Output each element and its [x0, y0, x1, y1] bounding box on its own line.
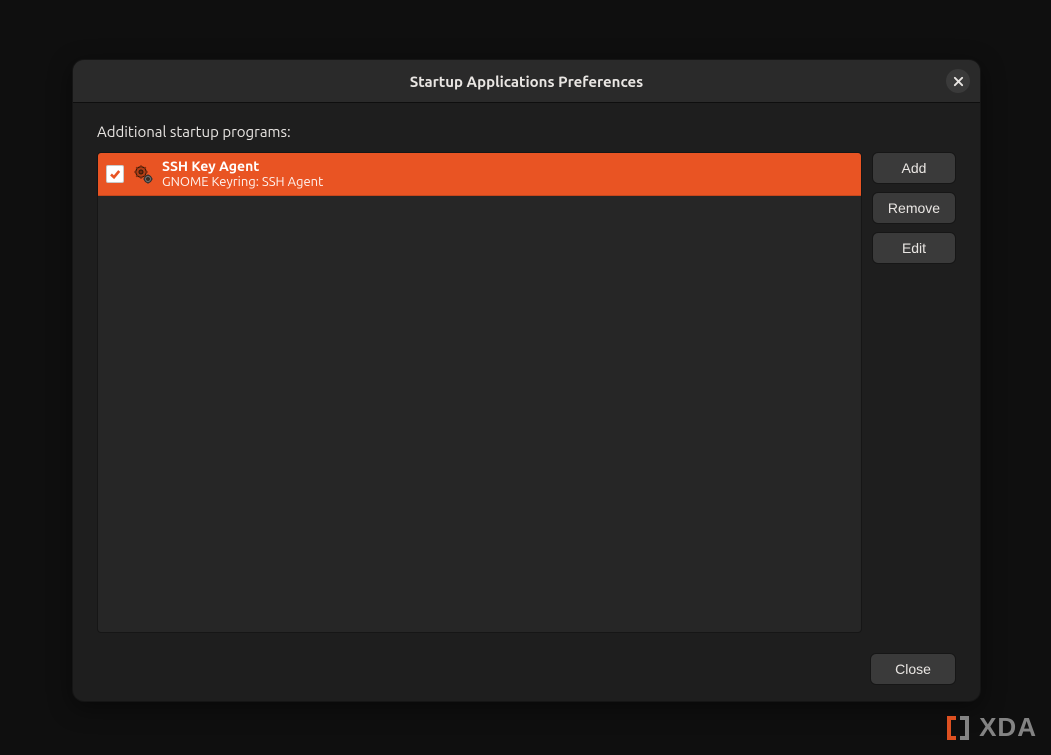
close-icon: [953, 76, 964, 87]
window-close-button[interactable]: [946, 69, 970, 93]
check-icon: [109, 168, 121, 180]
edit-button[interactable]: Edit: [872, 232, 956, 264]
remove-button[interactable]: Remove: [872, 192, 956, 224]
list-item[interactable]: SSH Key Agent GNOME Keyring: SSH Agent: [98, 153, 861, 196]
xda-brackets-icon: [943, 713, 973, 743]
titlebar: Startup Applications Preferences: [73, 60, 980, 103]
list-label: Additional startup programs:: [97, 123, 956, 140]
footer: Close: [97, 641, 956, 685]
window-content: Additional startup programs:: [73, 103, 980, 701]
list-item-subtitle: GNOME Keyring: SSH Agent: [162, 175, 323, 190]
startup-apps-window: Startup Applications Preferences Additio…: [72, 59, 981, 702]
enable-checkbox[interactable]: [106, 165, 124, 183]
body-row: SSH Key Agent GNOME Keyring: SSH Agent A…: [97, 152, 956, 633]
add-button[interactable]: Add: [872, 152, 956, 184]
list-item-text: SSH Key Agent GNOME Keyring: SSH Agent: [162, 158, 323, 189]
watermark-text: XDA: [979, 712, 1037, 743]
gears-icon: [132, 163, 154, 185]
startup-programs-list[interactable]: SSH Key Agent GNOME Keyring: SSH Agent: [97, 152, 862, 633]
close-button[interactable]: Close: [870, 653, 956, 685]
watermark-logo: XDA: [943, 712, 1037, 743]
list-item-title: SSH Key Agent: [162, 158, 323, 174]
window-title: Startup Applications Preferences: [410, 73, 644, 90]
side-buttons: Add Remove Edit: [872, 152, 956, 633]
